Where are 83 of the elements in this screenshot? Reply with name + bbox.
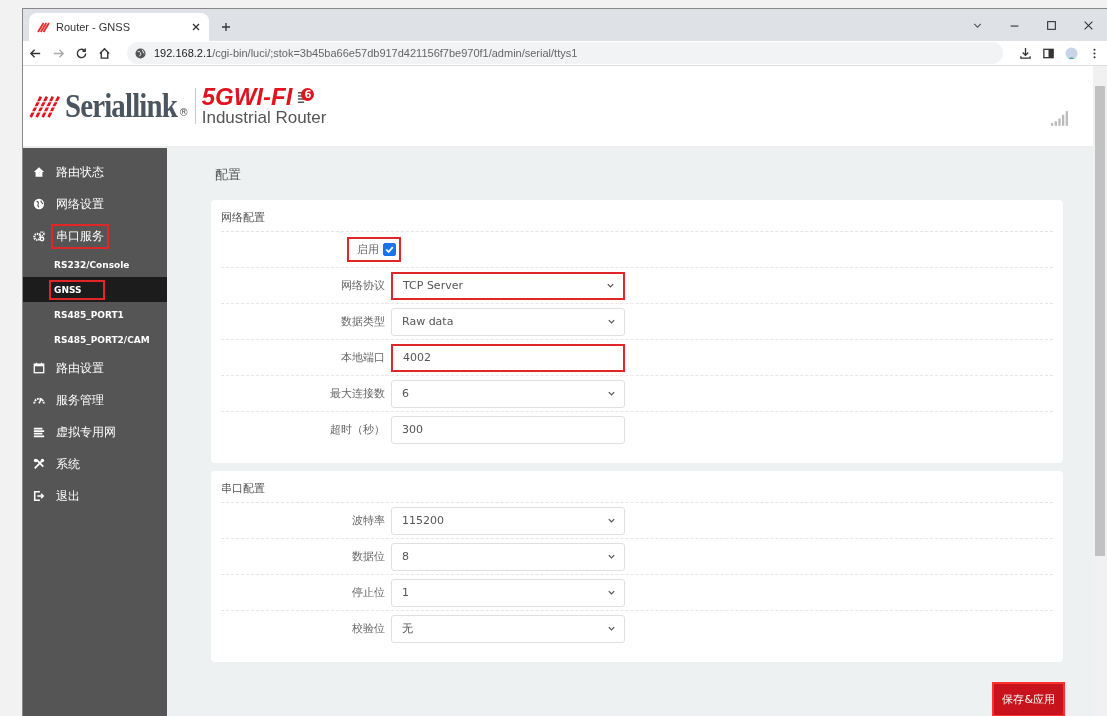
new-tab-icon[interactable] bbox=[221, 22, 231, 32]
home-icon bbox=[33, 166, 45, 178]
home-icon[interactable] bbox=[98, 46, 111, 60]
dropdown[interactable]: 115200 bbox=[391, 506, 625, 535]
product-subtitle: Industrial Router bbox=[201, 109, 327, 127]
sidebar-item-label: 网络设置 bbox=[55, 195, 105, 213]
field-label: 启用 bbox=[357, 242, 379, 257]
list-icon bbox=[33, 426, 45, 438]
sign-out-icon bbox=[33, 490, 45, 502]
sidebar-item-label: 串口服务 bbox=[51, 223, 109, 249]
input-field[interactable]: 4002 bbox=[391, 343, 625, 372]
field-label: 最大连接数 bbox=[330, 386, 385, 401]
caret-icon bbox=[607, 624, 616, 633]
submenu-label: RS485_PORT2/CAM bbox=[53, 333, 151, 347]
maximize-icon[interactable] bbox=[1046, 20, 1057, 31]
gears-icon bbox=[33, 230, 45, 242]
sidebar-item[interactable]: 路由设置 bbox=[23, 352, 167, 384]
caret-icon bbox=[607, 516, 616, 525]
input-field[interactable]: 300 bbox=[391, 415, 625, 444]
dropdown[interactable]: 无 bbox=[391, 614, 625, 643]
field-label: 数据位 bbox=[352, 549, 385, 564]
dropdown[interactable]: 6 bbox=[391, 379, 625, 408]
sidebar-item-label: 服务管理 bbox=[55, 391, 105, 409]
field-label: 超时（秒） bbox=[330, 422, 385, 437]
reload-icon[interactable] bbox=[75, 46, 88, 60]
globe-icon bbox=[135, 47, 146, 59]
save-apply-button[interactable]: 保存&应用 bbox=[994, 684, 1063, 715]
submenu-label: RS485_PORT1 bbox=[53, 308, 125, 322]
globe-icon bbox=[33, 198, 45, 210]
sidebar-item[interactable]: 系统 bbox=[23, 448, 167, 480]
submenu-label: RS232/Console bbox=[53, 258, 131, 272]
scrollbar-thumb[interactable] bbox=[1095, 86, 1105, 556]
product-name: 5GWI-FI bbox=[201, 85, 293, 109]
submenu-item[interactable]: RS485_PORT2/CAM bbox=[23, 327, 167, 352]
field-label: 本地端口 bbox=[341, 350, 385, 365]
caret-icon bbox=[607, 552, 616, 561]
calendar-icon bbox=[33, 362, 45, 374]
section-title: 网络配置 bbox=[221, 206, 1053, 232]
dropdown[interactable]: Raw data bbox=[391, 307, 625, 336]
scrollbar[interactable] bbox=[1093, 66, 1107, 716]
field-label: 数据类型 bbox=[341, 314, 385, 329]
close-icon[interactable] bbox=[1083, 20, 1094, 31]
browser-tab[interactable]: Router - GNSS bbox=[29, 13, 209, 41]
stripes-icon bbox=[37, 21, 50, 33]
submenu-item[interactable]: GNSS bbox=[23, 277, 167, 302]
page-title: 配置 bbox=[215, 166, 242, 184]
sidebar-item-label: 路由设置 bbox=[55, 359, 105, 377]
sidebar-item[interactable]: 网络设置 bbox=[23, 188, 167, 220]
wireless-waves-icon bbox=[297, 91, 306, 103]
sidebar-item[interactable]: 退出 bbox=[23, 480, 167, 512]
field-label: 网络协议 bbox=[341, 278, 385, 293]
version-badge: 6 bbox=[301, 87, 315, 101]
sidebar-item[interactable]: 服务管理 bbox=[23, 384, 167, 416]
side-panel-icon[interactable] bbox=[1042, 46, 1055, 60]
caret-icon bbox=[607, 588, 616, 597]
url-text: 192.168.2.1/cgi-bin/luci/;stok=3b45ba66e57db917d421156f7be970f1/admin/serial/ttys1 bbox=[154, 47, 578, 59]
sidebar-item-label: 系统 bbox=[55, 455, 81, 473]
dropdown[interactable]: TCP Server bbox=[391, 271, 625, 300]
sidebar-item-label: 虚拟专用网 bbox=[55, 423, 117, 441]
section-title: 串口配置 bbox=[221, 477, 1053, 503]
submenu-item[interactable]: RS232/Console bbox=[23, 252, 167, 277]
sidebar-item-label: 退出 bbox=[55, 487, 81, 505]
submenu-label: GNSS bbox=[49, 279, 106, 300]
field-label: 停止位 bbox=[352, 585, 385, 600]
sidebar-item[interactable]: 虚拟专用网 bbox=[23, 416, 167, 448]
address-bar[interactable]: 192.168.2.1/cgi-bin/luci/;stok=3b45ba66e57db917d421156f7be970f1/admin/serial/ttys1 bbox=[127, 42, 1003, 64]
download-icon[interactable] bbox=[1019, 46, 1032, 60]
field-label: 校验位 bbox=[352, 621, 385, 636]
caret-icon bbox=[606, 281, 615, 290]
brand-name: Seriallink bbox=[65, 87, 177, 125]
sidebar-item[interactable]: 路由状态 bbox=[23, 156, 167, 188]
caret-icon bbox=[607, 389, 616, 398]
checkbox[interactable] bbox=[383, 243, 396, 256]
dropdown[interactable]: 1 bbox=[391, 578, 625, 607]
caret-icon bbox=[607, 317, 616, 326]
sidebar-item[interactable]: 串口服务 bbox=[23, 220, 167, 252]
sidebar-item-label: 路由状态 bbox=[55, 163, 105, 181]
close-icon[interactable] bbox=[191, 22, 201, 32]
registered-mark: ® bbox=[178, 107, 189, 118]
dropdown[interactable]: 8 bbox=[391, 542, 625, 571]
field-label: 波特率 bbox=[352, 513, 385, 528]
tools-icon bbox=[33, 458, 45, 470]
submenu-item[interactable]: RS485_PORT1 bbox=[23, 302, 167, 327]
